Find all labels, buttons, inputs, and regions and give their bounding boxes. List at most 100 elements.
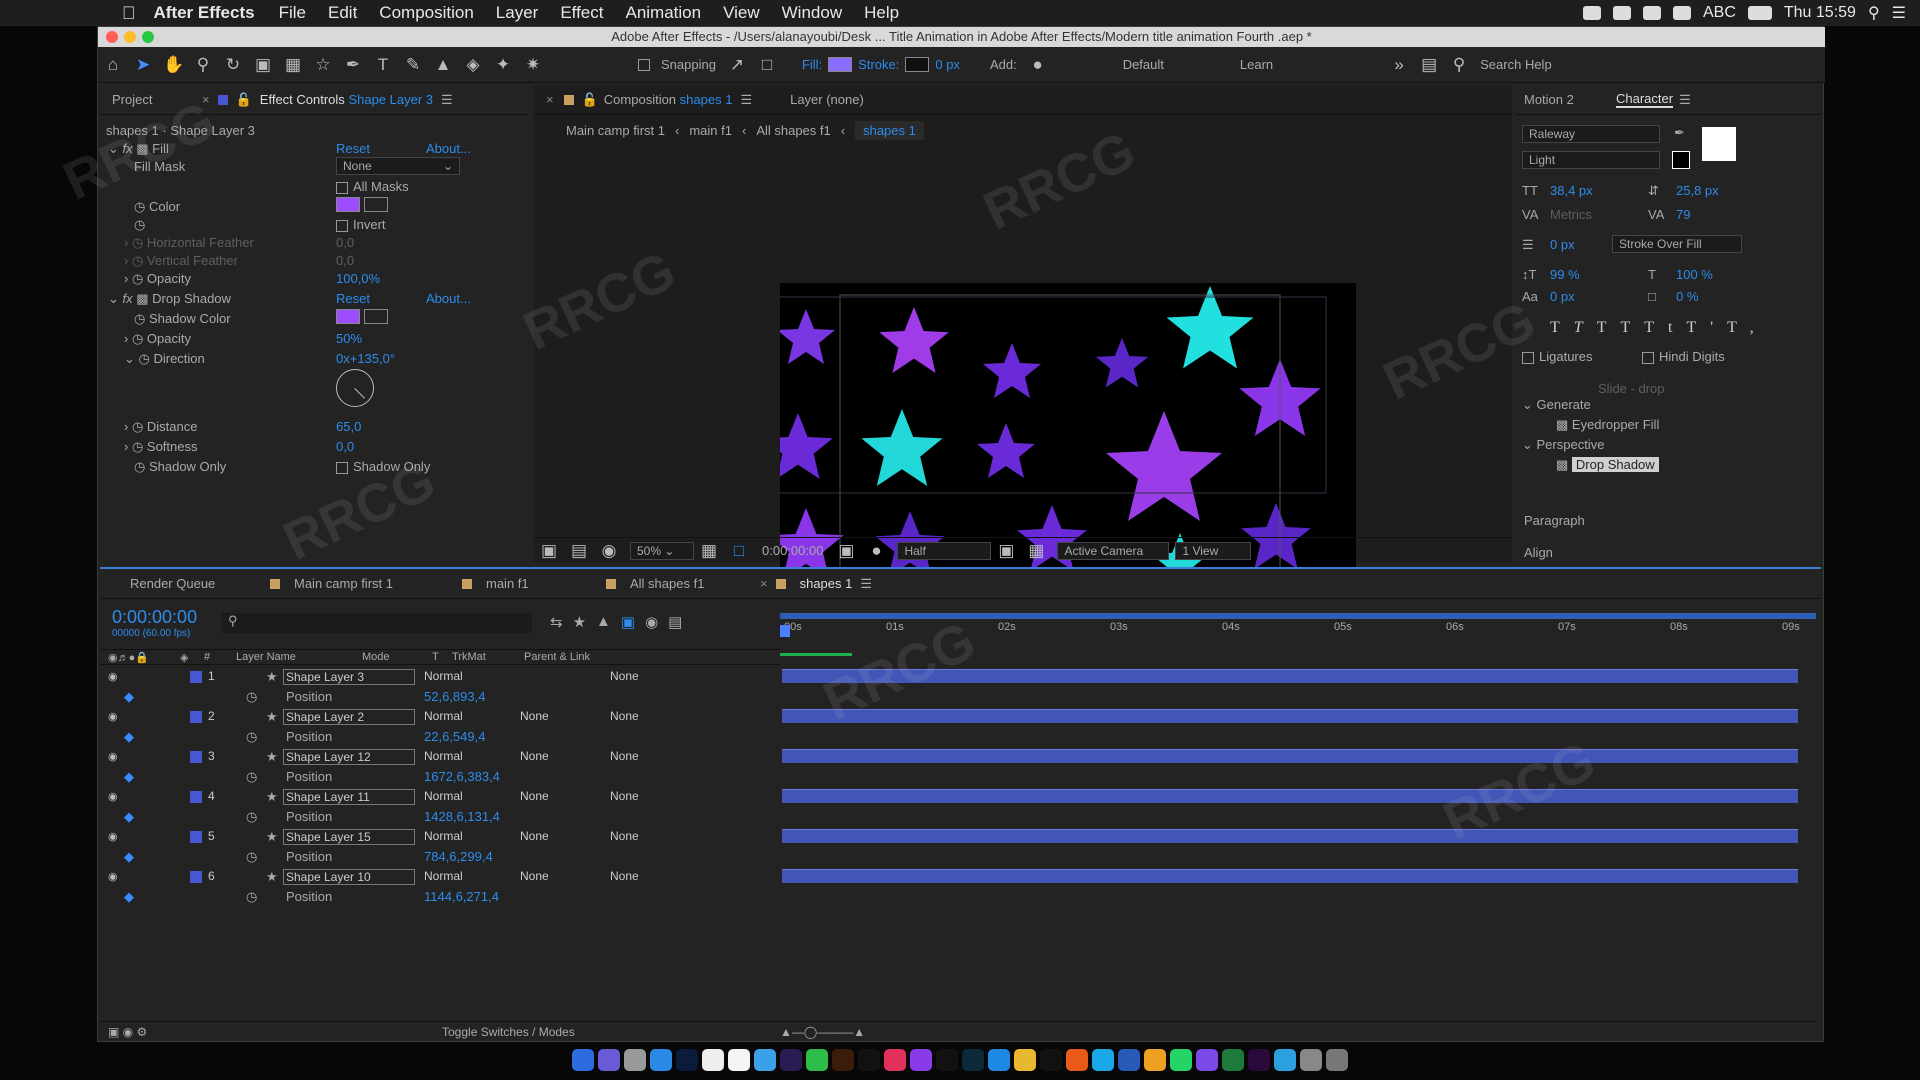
hand-tool-icon[interactable]: ✋ <box>163 55 184 75</box>
label-color-icon[interactable] <box>190 871 202 883</box>
stroke-color-box[interactable] <box>1672 151 1690 169</box>
menu-layer[interactable]: Layer <box>496 3 539 23</box>
direction-dial[interactable] <box>336 369 374 407</box>
pan-behind-tool-icon[interactable]: ▦ <box>283 55 303 75</box>
clock[interactable]: Thu 15:59 <box>1784 4 1856 22</box>
snap-options-icon[interactable]: ↗ <box>727 55 747 75</box>
stroke-width-value[interactable]: 0 px <box>1550 237 1575 252</box>
eye-icon[interactable]: ◉ <box>108 870 118 883</box>
podcasts-icon[interactable] <box>910 1049 932 1071</box>
roto-brush-tool-icon[interactable]: ✦ <box>493 55 513 75</box>
close-tab-icon[interactable]: × <box>202 92 210 107</box>
type-tool-icon[interactable]: T <box>373 55 393 75</box>
status-icon[interactable] <box>1612 6 1631 20</box>
add-icon[interactable]: ● <box>1028 55 1048 75</box>
tab-main-f1[interactable]: main f1 <box>486 576 596 591</box>
firefox-icon[interactable] <box>1066 1049 1088 1071</box>
layer-trkmat[interactable]: None <box>520 829 592 843</box>
grid-icon[interactable]: ▦ <box>699 541 719 561</box>
show-channel-icon[interactable]: ● <box>866 541 886 561</box>
viber-icon[interactable] <box>1196 1049 1218 1071</box>
layer-name[interactable]: Shape Layer 11 <box>283 789 415 805</box>
footer-toggle-icons[interactable]: ▣ ◉ ⚙ <box>108 1025 147 1039</box>
premiere-icon[interactable] <box>1248 1049 1270 1071</box>
ligatures-option[interactable]: Ligatures <box>1522 349 1592 364</box>
wifi-icon[interactable] <box>1672 6 1691 20</box>
rotate-tool-icon[interactable]: ↻ <box>223 55 243 75</box>
illustrator-icon[interactable] <box>832 1049 854 1071</box>
leading-value[interactable]: 25,8 px <box>1676 183 1719 198</box>
stopwatch-icon[interactable]: ◷ <box>246 729 257 745</box>
timeline-timecode[interactable]: 0:00:00:00 <box>112 607 197 628</box>
layer-mode[interactable]: Normal <box>424 709 496 725</box>
fill-opacity-value[interactable]: 100,0% <box>336 271 380 286</box>
motion-blur-icon[interactable]: ◉ <box>645 613 658 631</box>
zoom-window-button[interactable] <box>142 31 154 43</box>
composition-mini-flowchart-icon[interactable]: ⇆ <box>550 613 563 631</box>
shadow-about-link[interactable]: About... <box>426 291 471 306</box>
layer-mode[interactable]: Normal <box>424 869 496 885</box>
fx-fill-header[interactable]: ⌄ fx ▩ Fill <box>108 141 169 157</box>
clone-stamp-tool-icon[interactable]: ▲ <box>433 55 453 75</box>
horizontal-scale-value[interactable]: 100 % <box>1676 267 1713 282</box>
crumb-active[interactable]: shapes 1 <box>855 120 924 140</box>
shadow-only-checkbox[interactable] <box>336 461 348 474</box>
siri-icon[interactable] <box>598 1049 620 1071</box>
camera-snapshot-icon[interactable]: ▣ <box>836 541 856 561</box>
keyframe-icon[interactable]: ◆ <box>124 769 134 785</box>
menu-app-name[interactable]: After Effects <box>154 3 255 23</box>
layer-parent[interactable]: None <box>610 749 710 763</box>
whatsapp-icon[interactable] <box>1170 1049 1192 1071</box>
chrome-icon[interactable] <box>1014 1049 1036 1071</box>
spotlight-icon[interactable]: ⚲ <box>1868 3 1880 23</box>
layer-mode[interactable]: Normal <box>424 829 496 845</box>
eyedropper-icon[interactable] <box>363 197 388 212</box>
layer-row[interactable]: ◉ 4 ★ Shape Layer 11 Normal None None <box>100 787 780 807</box>
header-layer-name[interactable]: Layer Name <box>236 651 296 663</box>
mask-icon[interactable]: ◉ <box>599 541 619 561</box>
shadow-reset-link[interactable]: Reset <box>336 291 370 306</box>
stroke-width[interactable]: 0 px <box>935 57 960 72</box>
pen-tool-icon[interactable]: ✒ <box>343 55 363 75</box>
brush-tool-icon[interactable]: ✎ <box>403 55 423 75</box>
menu-window[interactable]: Window <box>782 3 842 23</box>
label-color-icon[interactable] <box>190 671 202 683</box>
layer-duration-bar[interactable] <box>782 709 1798 723</box>
keyframe-icon[interactable]: ◆ <box>124 889 134 905</box>
keyframe-icon[interactable]: ◆ <box>124 729 134 745</box>
layer-parent[interactable]: None <box>610 789 710 803</box>
status-icon[interactable] <box>1582 6 1601 20</box>
music-icon[interactable] <box>884 1049 906 1071</box>
label-color-icon[interactable] <box>190 751 202 763</box>
hindi-digits-checkbox[interactable] <box>1642 351 1654 364</box>
shy-layers-icon[interactable]: ▲ <box>596 613 611 631</box>
excel-icon[interactable] <box>1222 1049 1244 1071</box>
baseline-shift-value[interactable]: 0 px <box>1550 289 1575 304</box>
stopwatch-icon[interactable]: ◷ <box>246 809 257 825</box>
font-style-dropdown[interactable]: Light <box>1522 151 1660 169</box>
position-value[interactable]: 52,6,893,4 <box>424 689 485 704</box>
draft-3d-icon[interactable]: ★ <box>573 613 586 631</box>
font-family-dropdown[interactable]: Raleway <box>1522 125 1660 143</box>
close-window-button[interactable] <box>106 31 118 43</box>
layer-row[interactable]: ◉ 3 ★ Shape Layer 12 Normal None None <box>100 747 780 767</box>
layer-parent[interactable]: None <box>610 869 710 883</box>
all-masks-option[interactable]: All Masks <box>336 179 409 194</box>
current-time[interactable]: 0:00:00:00 <box>762 543 823 558</box>
crumb[interactable]: All shapes f1 <box>756 123 830 138</box>
notes-icon[interactable] <box>728 1049 750 1071</box>
fill-swatch[interactable] <box>828 57 853 72</box>
lock-icon[interactable]: 🔓 <box>582 92 598 108</box>
selection-tool-icon[interactable]: ➤ <box>133 55 153 75</box>
menu-effect[interactable]: Effect <box>560 3 603 23</box>
layer-mode[interactable]: Normal <box>424 749 496 765</box>
layer-duration-bar[interactable] <box>782 749 1798 763</box>
fill-reset-link[interactable]: Reset <box>336 141 370 156</box>
workspace-learn[interactable]: Learn <box>1240 57 1273 72</box>
region-of-interest-icon[interactable]: □ <box>729 541 749 561</box>
menu-animation[interactable]: Animation <box>625 3 701 23</box>
fill-about-link[interactable]: About... <box>426 141 471 156</box>
snapshot-icon[interactable]: ▣ <box>539 541 559 561</box>
position-value[interactable]: 784,6,299,4 <box>424 849 493 864</box>
lightroom-icon[interactable] <box>962 1049 984 1071</box>
